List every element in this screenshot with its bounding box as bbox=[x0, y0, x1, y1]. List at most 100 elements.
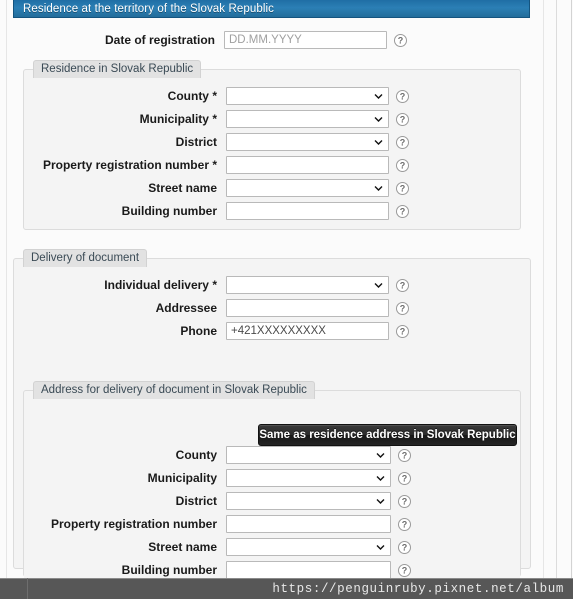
row-delivery-district: District ? bbox=[24, 490, 520, 512]
delivery-municipality-select[interactable] bbox=[226, 469, 391, 487]
delivery-street-name-select[interactable] bbox=[226, 538, 391, 556]
label-residence-district: District bbox=[175, 135, 217, 149]
fieldset-delivery-of-document: Delivery of document Individual delivery… bbox=[13, 249, 531, 578]
row-phone: Phone +421XXXXXXXXX ? bbox=[14, 320, 530, 342]
row-residence-property-registration-number: Property registration number * ? bbox=[24, 154, 520, 176]
chevron-down-icon bbox=[374, 186, 383, 191]
row-addressee: Addressee ? bbox=[14, 297, 530, 319]
page-frame: Residence at the territory of the Slovak… bbox=[0, 0, 573, 578]
row-individual-delivery: Individual delivery * ? bbox=[14, 274, 530, 296]
label-delivery-building-number: Building number bbox=[121, 563, 217, 577]
delivery-property-registration-number-input[interactable] bbox=[226, 515, 391, 533]
chevron-down-icon bbox=[374, 140, 383, 145]
row-residence-county: County * ? bbox=[24, 85, 520, 107]
row-delivery-building-number: Building number ? bbox=[24, 559, 520, 578]
help-question-icon[interactable]: ? bbox=[396, 278, 409, 292]
footer-left-divider bbox=[27, 578, 28, 599]
chevron-down-icon bbox=[374, 94, 383, 99]
row-delivery-municipality: Municipality ? bbox=[24, 467, 520, 489]
svg-text:?: ? bbox=[400, 160, 406, 170]
help-question-icon[interactable]: ? bbox=[396, 301, 409, 315]
svg-text:?: ? bbox=[400, 137, 406, 147]
page-title: Residence at the territory of the Slovak… bbox=[23, 2, 274, 15]
frame-divider-left bbox=[6, 0, 7, 578]
label-delivery-district: District bbox=[175, 494, 217, 508]
svg-text:?: ? bbox=[402, 565, 408, 575]
date-of-registration-input[interactable]: DD.MM.YYYY bbox=[224, 31, 387, 49]
svg-text:?: ? bbox=[402, 496, 408, 506]
help-question-icon[interactable]: ? bbox=[396, 181, 409, 195]
row-delivery-street-name: Street name ? bbox=[24, 536, 520, 558]
help-question-icon[interactable]: ? bbox=[398, 563, 411, 577]
legend-address-for-delivery: Address for delivery of document in Slov… bbox=[33, 381, 315, 399]
delivery-building-number-input[interactable] bbox=[226, 561, 391, 578]
frame-divider-right-inner bbox=[543, 0, 544, 578]
residence-property-registration-number-input[interactable] bbox=[226, 156, 389, 174]
frame-divider-right-outer bbox=[571, 0, 572, 578]
row-residence-building-number: Building number ? bbox=[24, 200, 520, 222]
residence-municipality-select[interactable] bbox=[226, 110, 389, 128]
address-for-delivery-body: Same as residence address in Slovak Repu… bbox=[24, 399, 520, 578]
residence-building-number-input[interactable] bbox=[226, 202, 389, 220]
label-residence-street-name: Street name bbox=[148, 181, 217, 195]
chevron-down-icon bbox=[376, 453, 385, 458]
help-question-icon[interactable]: ? bbox=[398, 448, 411, 462]
label-residence-county: County * bbox=[167, 89, 217, 103]
chevron-down-icon bbox=[376, 545, 385, 550]
fieldset-residence-in-slovak-republic: Residence in Slovak Republic County * ? bbox=[23, 60, 521, 230]
individual-delivery-select[interactable] bbox=[226, 276, 389, 294]
svg-text:?: ? bbox=[402, 473, 408, 483]
help-question-icon[interactable]: ? bbox=[394, 33, 407, 47]
fieldset-address-for-delivery: Address for delivery of document in Slov… bbox=[23, 381, 521, 578]
row-residence-municipality: Municipality * ? bbox=[24, 108, 520, 130]
help-question-icon[interactable]: ? bbox=[396, 324, 409, 338]
help-question-icon[interactable]: ? bbox=[398, 494, 411, 508]
svg-text:?: ? bbox=[400, 114, 406, 124]
phone-input[interactable]: +421XXXXXXXXX bbox=[226, 322, 389, 340]
footer-watermark-bar: https://penguinruby.pixnet.net/album bbox=[0, 578, 573, 599]
frame-divider-right-mid bbox=[556, 0, 557, 578]
label-addressee: Addressee bbox=[155, 301, 217, 315]
svg-text:?: ? bbox=[400, 206, 406, 216]
help-question-icon[interactable]: ? bbox=[396, 135, 409, 149]
row-residence-street-name: Street name ? bbox=[24, 177, 520, 199]
chevron-down-icon bbox=[374, 117, 383, 122]
row-residence-district: District ? bbox=[24, 131, 520, 153]
help-question-icon[interactable]: ? bbox=[396, 204, 409, 218]
help-question-icon[interactable]: ? bbox=[398, 471, 411, 485]
svg-text:?: ? bbox=[400, 91, 406, 101]
section-header-bar: Residence at the territory of the Slovak… bbox=[13, 0, 530, 18]
label-delivery-county: County bbox=[175, 448, 217, 462]
svg-text:?: ? bbox=[402, 519, 408, 529]
residence-street-name-select[interactable] bbox=[226, 179, 389, 197]
help-question-icon[interactable]: ? bbox=[398, 517, 411, 531]
help-question-icon[interactable]: ? bbox=[396, 158, 409, 172]
label-delivery-municipality: Municipality bbox=[147, 471, 217, 485]
chevron-down-icon bbox=[374, 283, 383, 288]
chevron-down-icon bbox=[376, 499, 385, 504]
delivery-fields-body: Individual delivery * ? Addressee ? Phon… bbox=[14, 267, 530, 578]
addressee-input[interactable] bbox=[226, 299, 389, 317]
svg-text:?: ? bbox=[402, 450, 408, 460]
label-residence-building-number: Building number bbox=[121, 204, 217, 218]
help-question-icon[interactable]: ? bbox=[398, 540, 411, 554]
help-question-icon[interactable]: ? bbox=[396, 112, 409, 126]
svg-text:?: ? bbox=[400, 280, 406, 290]
same-as-residence-address-button[interactable]: Same as residence address in Slovak Repu… bbox=[258, 424, 517, 446]
legend-residence-in-slovak-republic: Residence in Slovak Republic bbox=[33, 60, 202, 78]
label-residence-property-registration-number: Property registration number * bbox=[42, 158, 217, 172]
row-delivery-county: County ? bbox=[24, 444, 520, 466]
svg-text:?: ? bbox=[402, 542, 408, 552]
row-delivery-property-registration-number: Property registration number ? bbox=[24, 513, 520, 535]
label-residence-municipality: Municipality * bbox=[139, 112, 217, 126]
delivery-district-select[interactable] bbox=[226, 492, 391, 510]
label-phone: Phone bbox=[180, 324, 217, 338]
residence-county-select[interactable] bbox=[226, 87, 389, 105]
residence-district-select[interactable] bbox=[226, 133, 389, 151]
residence-fields-body: County * ? Municipality * ? District ? P… bbox=[24, 78, 520, 222]
delivery-county-select[interactable] bbox=[226, 446, 391, 464]
watermark-url: https://penguinruby.pixnet.net/album bbox=[272, 582, 564, 596]
label-individual-delivery: Individual delivery * bbox=[104, 278, 217, 292]
help-question-icon[interactable]: ? bbox=[396, 89, 409, 103]
label-delivery-street-name: Street name bbox=[148, 540, 217, 554]
